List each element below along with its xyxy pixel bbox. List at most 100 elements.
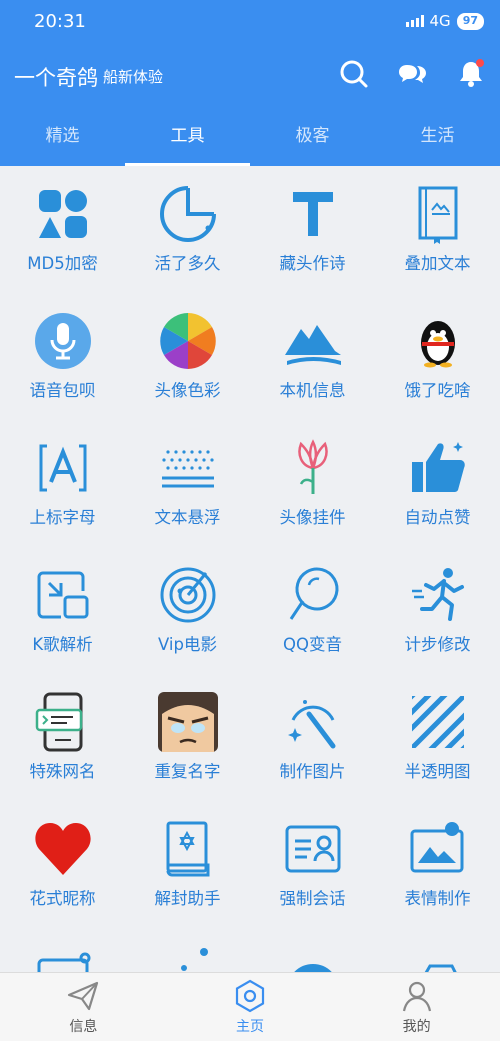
- tool-label: 强制会话: [279, 889, 346, 908]
- tool-label: 特殊网名: [29, 762, 96, 781]
- search-icon[interactable]: [338, 58, 370, 90]
- tool-duplicate-name[interactable]: 重复名字: [125, 674, 250, 801]
- runner-icon: [412, 568, 464, 621]
- magic-wand-icon: [288, 700, 336, 749]
- partial-arc-icon: [294, 964, 332, 972]
- hexagon-icon: [235, 979, 265, 1013]
- tool-vip-movie[interactable]: Vip电影: [125, 547, 250, 674]
- flower-icon: [298, 439, 328, 494]
- tool-sticker-maker[interactable]: 表情制作: [375, 801, 500, 928]
- picture-in-picture-icon: [37, 571, 89, 619]
- book-icon: [418, 186, 458, 244]
- partial-box-icon: [424, 964, 457, 972]
- letter-a-bracket-icon: [39, 444, 87, 492]
- star-book-icon: [166, 821, 210, 877]
- phone-message-icon: [35, 692, 83, 752]
- tool-unban-helper[interactable]: 解封助手: [125, 801, 250, 928]
- tool-label: 活了多久: [154, 254, 221, 273]
- tool-what-to-eat[interactable]: 饿了吃啥: [375, 293, 500, 420]
- tab-featured[interactable]: 精选: [0, 114, 125, 166]
- status-indicators: 4G 97: [405, 12, 484, 30]
- tool-step-edit[interactable]: 计步修改: [375, 547, 500, 674]
- tool-label: MD5加密: [27, 254, 98, 273]
- status-bar: 20:31 4G 97: [0, 0, 500, 42]
- tool-label: Vip电影: [158, 635, 217, 654]
- tool-special-nickname[interactable]: 特殊网名: [0, 674, 125, 801]
- tool-voice-pack[interactable]: 语音包呗: [0, 293, 125, 420]
- tool-md5[interactable]: MD5加密: [0, 166, 125, 293]
- tool-label: K歌解析: [32, 635, 93, 654]
- nav-label: 我的: [402, 1019, 431, 1035]
- bell-icon[interactable]: [455, 58, 487, 90]
- partial-frame-icon: [37, 952, 91, 972]
- battery-level: 97: [456, 12, 484, 30]
- tool-translucent-image[interactable]: 半透明图: [375, 674, 500, 801]
- tool-qq-voice[interactable]: QQ变音: [250, 547, 375, 674]
- tab-life[interactable]: 生活: [375, 114, 500, 166]
- tool-label: 制作图片: [279, 762, 346, 781]
- network-type: 4G: [429, 12, 451, 30]
- pie-chart-icon: [160, 186, 216, 242]
- status-time: 20:31: [34, 11, 86, 32]
- mirror-icon: [289, 567, 339, 620]
- color-wheel-icon: [160, 313, 216, 369]
- tool-grid: MD5加密 活了多久 藏头作诗 叠加文本 语音包呗 头像色彩 本机信息 饿了吃啥…: [0, 166, 500, 972]
- category-tabs: 精选 工具 极客 生活: [0, 114, 500, 166]
- radar-icon: [160, 567, 216, 623]
- tool-partial[interactable]: [250, 928, 375, 972]
- tool-acrostic[interactable]: 藏头作诗: [250, 166, 375, 293]
- tool-label: 头像挂件: [279, 508, 346, 527]
- tool-karaoke-parse[interactable]: K歌解析: [0, 547, 125, 674]
- app-title: 一个奇鸽: [14, 66, 98, 90]
- stripes-icon: [412, 696, 464, 748]
- tool-lifespan[interactable]: 活了多久: [125, 166, 250, 293]
- tool-avatar-pendant[interactable]: 头像挂件: [250, 420, 375, 547]
- user-icon: [402, 981, 431, 1012]
- tool-make-image[interactable]: 制作图片: [250, 674, 375, 801]
- tool-partial[interactable]: [0, 928, 125, 972]
- penguin-icon: [421, 321, 455, 368]
- mountain-icon: [285, 325, 341, 365]
- signal-icon: [405, 15, 424, 27]
- tool-overlay-text[interactable]: 叠加文本: [375, 166, 500, 293]
- app-subtitle: 船新体验: [103, 68, 164, 86]
- tool-label: 上标字母: [29, 508, 96, 527]
- photo-frame-icon: [410, 822, 464, 873]
- floating-dots-icon: [162, 450, 214, 488]
- tool-auto-like[interactable]: 自动点赞: [375, 420, 500, 547]
- app-header: 一个奇鸽 船新体验 精选 工具 极客 生活: [0, 42, 500, 166]
- tool-label: 藏头作诗: [279, 254, 346, 273]
- tab-tools[interactable]: 工具: [125, 114, 250, 166]
- tool-partial[interactable]: [375, 928, 500, 972]
- paper-plane-icon: [68, 981, 99, 1011]
- nav-label: 信息: [69, 1019, 98, 1035]
- tool-label: 饿了吃啥: [404, 381, 471, 400]
- tool-label: 文本悬浮: [154, 508, 221, 527]
- tool-force-chat[interactable]: 强制会话: [250, 801, 375, 928]
- tool-device-info[interactable]: 本机信息: [250, 293, 375, 420]
- tool-label: 表情制作: [404, 889, 471, 908]
- nav-home[interactable]: 主页: [167, 973, 334, 1041]
- tool-label: 语音包呗: [29, 381, 96, 400]
- letter-t-icon: [293, 192, 333, 236]
- tool-label: 头像色彩: [154, 381, 221, 400]
- tool-partial[interactable]: [125, 928, 250, 972]
- tool-label: QQ变音: [283, 635, 342, 654]
- tool-fancy-nickname[interactable]: 花式昵称: [0, 801, 125, 928]
- tool-label: 计步修改: [404, 635, 471, 654]
- chat-icon[interactable]: [397, 58, 429, 90]
- id-card-icon: [285, 825, 341, 873]
- tool-label: 重复名字: [154, 762, 221, 781]
- tab-geek[interactable]: 极客: [250, 114, 375, 166]
- tool-floating-text[interactable]: 文本悬浮: [125, 420, 250, 547]
- thumbs-up-icon: [412, 442, 465, 492]
- tool-superscript[interactable]: 上标字母: [0, 420, 125, 547]
- nav-messages[interactable]: 信息: [0, 973, 167, 1041]
- shapes-icon: [39, 190, 87, 238]
- tool-label: 解封助手: [154, 889, 221, 908]
- nav-profile[interactable]: 我的: [333, 973, 500, 1041]
- tool-avatar-color[interactable]: 头像色彩: [125, 293, 250, 420]
- tool-label: 叠加文本: [404, 254, 471, 273]
- tool-label: 半透明图: [404, 762, 471, 781]
- partial-dots-icon: [181, 948, 208, 971]
